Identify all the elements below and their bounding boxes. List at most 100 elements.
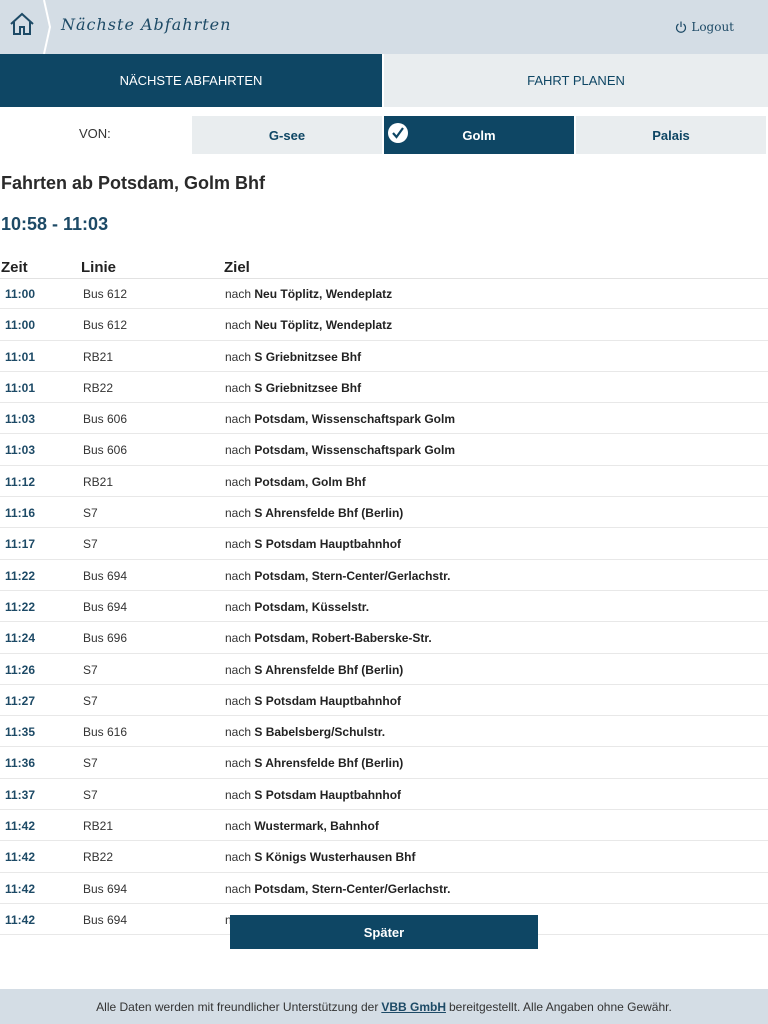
stop-label: Golm [462,127,496,143]
table-row[interactable]: 11:03 Bus 606 nach Potsdam, Wissenschaftsp… [0,434,768,466]
departure-line: Bus 694 [83,568,128,583]
stop-label: G-see [268,127,306,143]
destination-prefix: nach [225,725,252,740]
departure-line: Bus 616 [83,725,128,740]
destination-name: S Potsdam Hauptbahnhof [254,537,402,552]
destination-prefix: nach [225,506,252,521]
destination-name: Neu Töplitz, Wendeplatz [254,287,393,301]
table-row[interactable]: 11:42 Bus 694 nach Potsdam, Stern-Center/G… [0,873,768,904]
departure-line: Bus 612 [83,287,128,301]
power-icon [676,21,687,33]
destination-prefix: nach [225,881,252,896]
table-row[interactable]: 11:03 Bus 606 nach Potsdam, Wissenschaftsp… [0,403,768,435]
table-row[interactable]: 11:22 Bus 694 nach Potsdam, Küsselstr. [0,591,768,623]
destination-prefix: nach [225,412,252,427]
destination-name: S Königs Wusterhausen Bhf [254,850,416,865]
departure-line: Bus 612 [83,318,128,333]
tab-fahrt-planen[interactable]: FAHRT PLANEN [384,54,768,107]
top-bar: Nächste Abfahrten Logout [0,0,768,54]
departure-line: RB22 [83,380,114,395]
column-header-ziel: Ziel [224,259,250,276]
destination-name: S Potsdam Hauptbahnhof [254,787,402,802]
departure-line: Bus 606 [83,412,128,427]
table-row[interactable]: 11:17 S7 nach S Potsdam Hauptbahnhof [0,528,768,560]
destination-prefix: nach [225,662,252,677]
destination-name: Potsdam, Wissenschaftspark Golm [254,412,455,427]
destination-prefix: nach [225,693,252,708]
destination-prefix: nach [225,349,252,364]
destination-name: Potsdam, Robert-Baberske-Str. [254,631,432,646]
departure-line: RB21 [83,819,114,834]
table-row[interactable]: 11:12 RB21 nach Potsdam, Golm Bhf [0,466,768,498]
table-row[interactable]: 11:01 RB21 nach S Griebnitzsee Bhf [0,341,768,372]
departure-line: S7 [83,662,98,677]
table-row[interactable]: 11:37 S7 nach S Potsdam Hauptbahnhof [0,779,768,811]
table-row[interactable]: 11:24 Bus 696 nach Potsdam, Robert-Babersk… [0,622,768,654]
table-row[interactable]: 11:36 S7 nach S Ahrensfelde Bhf (Berlin) [0,747,768,779]
destination-name: Wustermark, Bahnhof [254,819,379,834]
departure-time: 11:36 [5,756,36,771]
departure-line: Bus 694 [83,912,128,927]
table-row[interactable]: 11:00 Bus 612 nach Neu Töplitz, Wendeplatz [0,278,768,310]
destination-prefix: nach [225,819,252,834]
later-button[interactable]: Später [230,915,538,949]
main-tabs: NÄCHSTE ABFAHRTEN FAHRT PLANEN [0,54,768,107]
departure-line: Bus 694 [83,599,128,614]
departure-time: 11:42 [5,912,36,927]
departures-table: 11:00 Bus 612 nach Neu Töplitz, Wendeplatz… [0,278,768,936]
table-row[interactable]: 11:35 Bus 616 nach S Babelsberg/Schulstr. [0,716,768,748]
time-range: 10:58 - 11:03 [1,214,109,234]
destination-name: Potsdam, Golm Bhf [254,474,366,489]
destination-prefix: nach [225,380,252,395]
departure-time: 11:27 [5,693,36,708]
departure-destination: nach Neu Töplitz, Wendeplatz [225,318,392,332]
destination-name: Potsdam, Stern-Center/Gerlachstr. [254,881,451,896]
footer-text-before: Alle Daten werden mit freundlicher Unter… [96,999,379,1014]
table-row[interactable]: 11:16 S7 nach S Ahrensfelde Bhf (Berlin) [0,497,768,529]
stop-option-g-see[interactable]: G-see [192,116,382,154]
departure-time: 11:01 [5,349,36,364]
departure-destination: nach Potsdam, Küsselstr. [225,600,369,614]
destination-prefix: nach [225,443,252,458]
departure-destination: nach S Griebnitzsee Bhf [225,350,361,364]
table-row[interactable]: 11:26 S7 nach S Ahrensfelde Bhf (Berlin) [0,654,768,685]
destination-name: Potsdam, Küsselstr. [254,599,370,614]
stop-option-golm[interactable]: Golm [384,116,574,154]
destination-prefix: nach [225,318,252,333]
table-row[interactable]: 11:27 S7 nach S Potsdam Hauptbahnhof [0,685,768,717]
departure-line: S7 [83,787,98,802]
stop-option-palais[interactable]: Palais [576,116,766,154]
destination-name: S Ahrensfelde Bhf (Berlin) [254,506,404,521]
table-row[interactable]: 11:42 RB21 nach Wustermark, Bahnhof [0,810,768,842]
vbb-link[interactable]: VBB GmbH [381,1000,446,1014]
table-row[interactable]: 11:00 Bus 612 nach Neu Töplitz, Wendeplatz [0,309,768,341]
page-title: Nächste Abfahrten [61,15,232,34]
departures-heading: Fahrten ab Potsdam, Golm Bhf [1,173,266,193]
departure-time: 11:17 [5,537,36,552]
table-row[interactable]: 11:42 RB22 nach S Königs Wusterhausen Bhf [0,841,768,873]
destination-name: S Ahrensfelde Bhf (Berlin) [254,662,404,677]
departure-time: 11:42 [5,881,36,896]
home-icon[interactable] [8,10,36,38]
checkmark-icon [388,123,408,143]
tab-naechste-abfahrten[interactable]: NÄCHSTE ABFAHRTEN [0,54,382,107]
departure-time: 11:16 [5,506,36,521]
table-header: Zeit Linie Ziel [0,258,768,279]
logout-button[interactable]: Logout [675,20,734,34]
departure-time: 11:42 [5,850,36,865]
destination-name: Neu Töplitz, Wendeplatz [254,318,393,333]
table-row[interactable]: 11:22 Bus 694 nach Potsdam, Stern-Center/G… [0,560,768,591]
departure-destination: nach S Griebnitzsee Bhf [225,381,361,395]
destination-prefix: nach [225,787,252,802]
departure-line: RB22 [83,850,114,865]
stop-selector: VON: G-see Golm Palais [0,116,768,154]
departure-time: 11:22 [5,568,36,583]
destination-name: S Ahrensfelde Bhf (Berlin) [254,756,404,771]
table-row[interactable]: 11:01 RB22 nach S Griebnitzsee Bhf [0,372,768,404]
departure-destination: nach S Ahrensfelde Bhf (Berlin) [225,506,403,520]
departure-destination: nach Potsdam, Robert-Baberske-Str. [225,631,432,645]
departure-line: RB21 [83,349,114,364]
departure-line: Bus 606 [83,443,128,458]
departure-time: 11:01 [5,380,36,395]
departure-time: 11:26 [5,662,36,677]
